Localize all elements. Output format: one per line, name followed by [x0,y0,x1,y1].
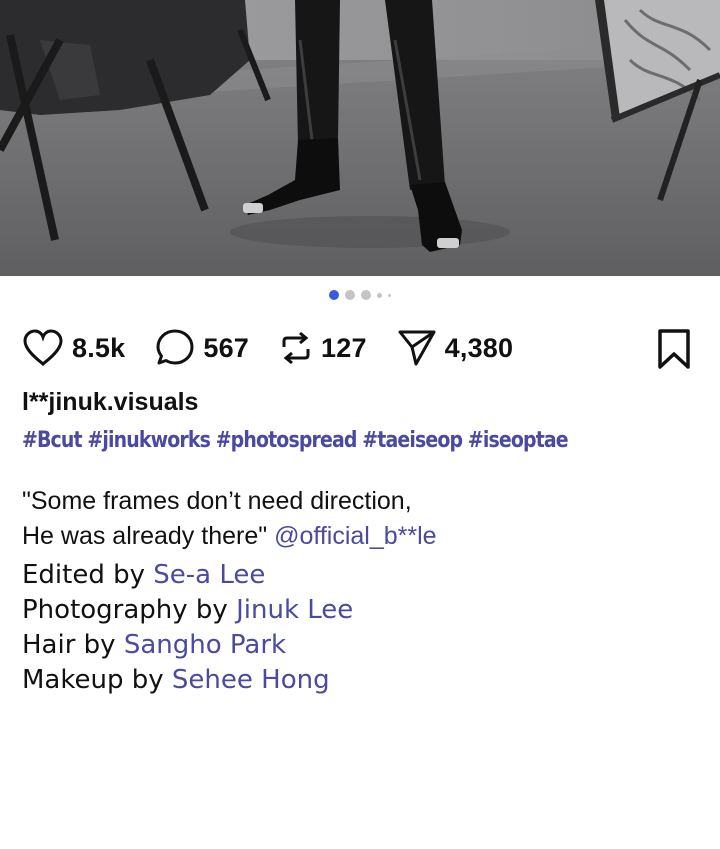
post-username[interactable]: l**jinuk.visuals [22,388,198,417]
mention-link[interactable]: @official_b**le [274,522,437,550]
comment-count: 567 [203,332,250,363]
post-caption: "Some frames don’t need direction, He wa… [22,484,437,554]
credit-name[interactable]: Jinuk Lee [236,595,353,625]
credit-row: Makeup by Sehee Hong [22,663,353,698]
caption-line: He was already there" @official_b**le [22,519,437,554]
credit-role: Makeup by [22,665,164,695]
credit-role: Edited by [22,560,146,590]
repost-icon [279,331,313,365]
post-photo[interactable] [0,0,720,276]
share-count: 4,380 [444,332,514,363]
credit-row: Edited by Se-a Lee [22,558,353,593]
credit-name[interactable]: Sangho Park [124,630,286,660]
credit-role: Hair by [22,630,116,660]
credit-row: Photography by Jinuk Lee [22,593,353,628]
credit-role: Photography by [22,595,228,625]
carousel-dot [345,290,355,300]
send-icon [397,328,437,368]
like-count: 8.5k [72,332,126,363]
repost-count: 127 [321,332,367,363]
comment-button[interactable]: 567 [155,328,249,368]
carousel-dot [388,293,391,297]
carousel-dot-active [329,290,339,300]
action-bar: 8.5k 567 127 4,380 [22,326,698,370]
share-button[interactable]: 4,380 [397,328,514,368]
credit-name[interactable]: Sehee Hong [172,665,330,695]
like-button[interactable]: 8.5k [22,329,125,367]
credit-row: Hair by Sangho Park [22,628,353,663]
carousel-dot [377,292,382,298]
repost-button[interactable]: 127 [279,331,367,365]
post-hashtags[interactable]: #Bcut #jinukworks #photospread #taeiseop… [22,428,569,453]
credit-name[interactable]: Se-a Lee [153,560,265,590]
caption-line: "Some frames don’t need direction, [22,487,412,515]
comment-icon [155,328,195,368]
carousel-dot [361,290,371,300]
bookmark-icon[interactable] [656,328,692,375]
heart-icon [22,329,64,367]
post-credits: Edited by Se-a Lee Photography by Jinuk … [22,558,353,698]
carousel-indicator [0,290,720,300]
caption-text: He was already there" [22,522,268,550]
